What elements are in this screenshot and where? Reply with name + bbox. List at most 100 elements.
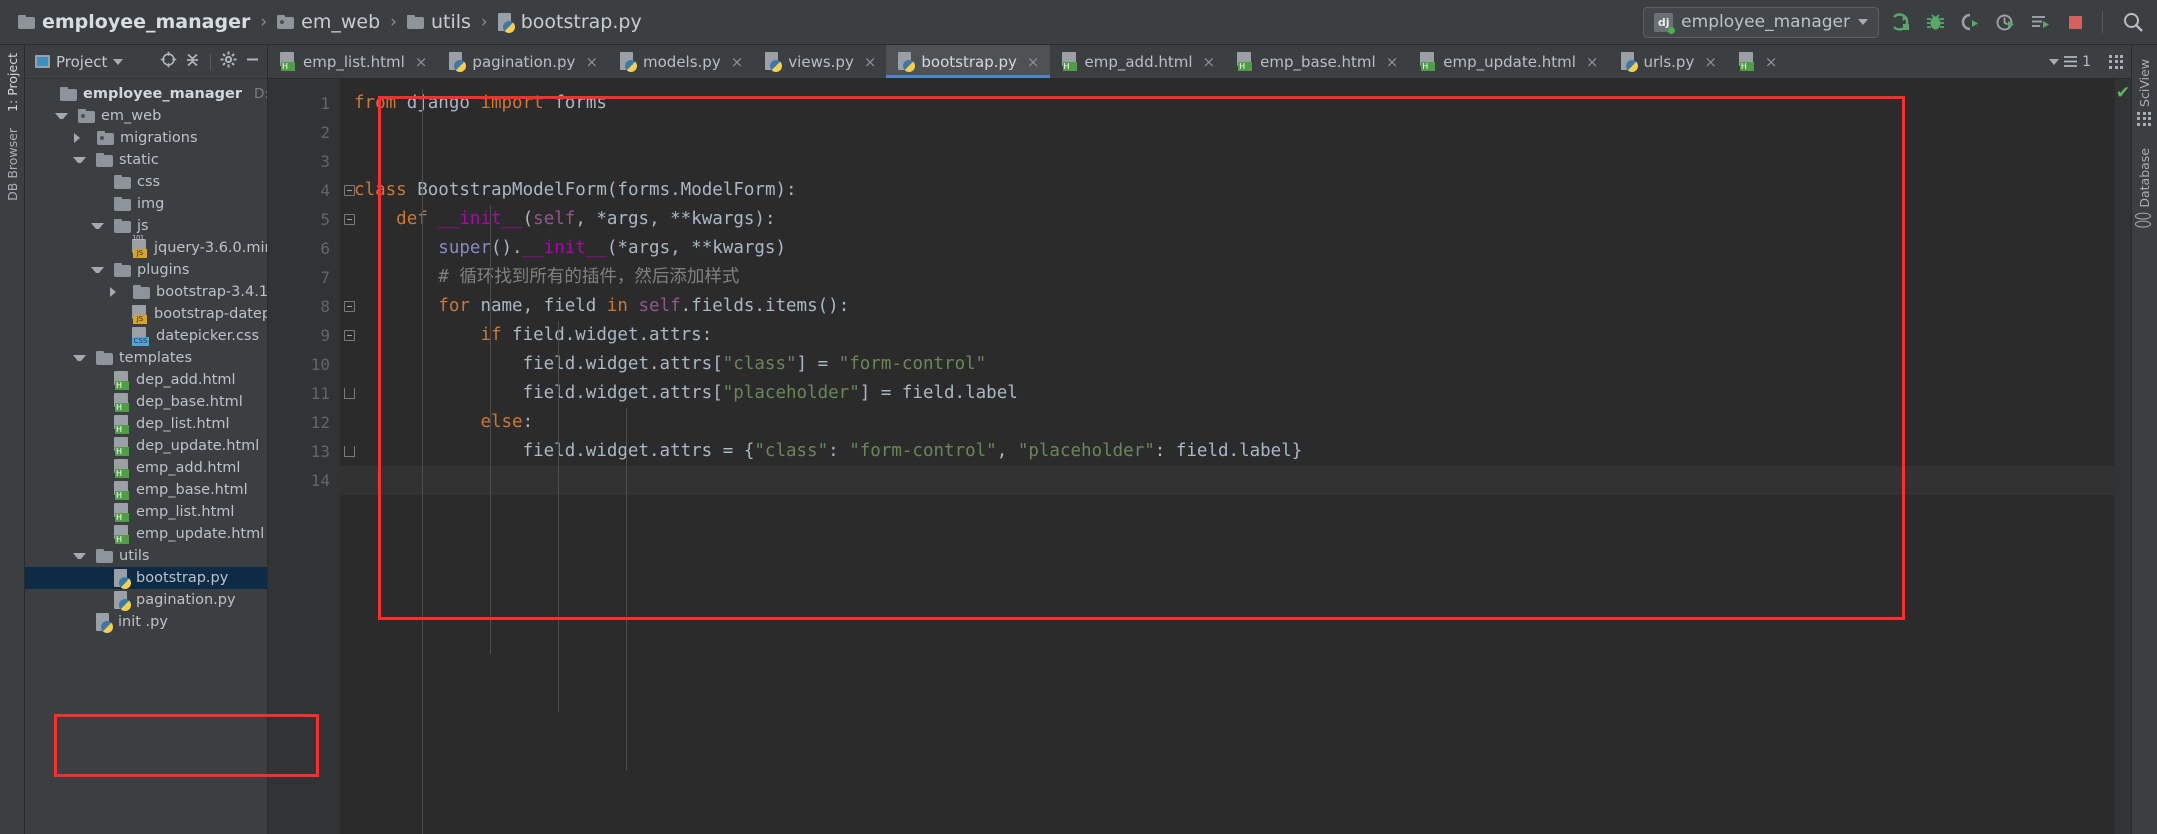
gutter-line-number[interactable]: 7 bbox=[268, 263, 340, 292]
code-line[interactable]: field.widget.attrs["placeholder"] = fiel… bbox=[340, 379, 2115, 408]
tree-item-employee-manager[interactable]: employee_manager D:\Python_Proj bbox=[25, 83, 267, 105]
chevron-down-icon[interactable] bbox=[73, 157, 86, 163]
close-icon[interactable]: × bbox=[585, 53, 598, 71]
code-line[interactable]: for name, field in self.fields.items(): bbox=[340, 292, 2115, 321]
code-line[interactable] bbox=[340, 466, 2115, 495]
run-anything-button[interactable] bbox=[2026, 8, 2054, 36]
editor-marker-strip[interactable]: ✔ bbox=[2115, 79, 2131, 834]
chevron-down-icon[interactable] bbox=[73, 553, 86, 559]
close-icon[interactable]: × bbox=[1586, 53, 1599, 71]
code-line[interactable]: field.widget.attrs = {"class": "form-con… bbox=[340, 437, 2115, 466]
tree-item-img[interactable]: img bbox=[25, 193, 267, 215]
tool-window-database[interactable]: Database bbox=[2137, 148, 2152, 228]
tree-item-dep-add-html[interactable]: Hdep_add.html bbox=[25, 369, 267, 391]
gutter-line-number[interactable]: 14 bbox=[268, 466, 340, 495]
tree-item-static[interactable]: static bbox=[25, 149, 267, 171]
breadcrumb-item-bootstrap-py[interactable]: bootstrap.py bbox=[497, 11, 642, 33]
code-line[interactable]: class BootstrapModelForm(forms.ModelForm… bbox=[340, 176, 2115, 205]
gutter-line-number[interactable]: 10 bbox=[268, 350, 340, 379]
locate-icon[interactable] bbox=[160, 51, 177, 72]
breadcrumb-item-em-web[interactable]: em_web bbox=[277, 11, 380, 33]
collapse-all-icon[interactable] bbox=[184, 51, 201, 72]
tree-item-bootstrap-3-4-1-dist[interactable]: bootstrap-3.4.1-dist bbox=[25, 281, 267, 303]
gutter-line-number[interactable]: 4 bbox=[268, 176, 355, 205]
code-editor[interactable]: 1 2 3 4 5 6 7 8 9 10 11 12 13 14 from django import f… bbox=[268, 79, 2131, 834]
tree-item-migrations[interactable]: migrations bbox=[25, 127, 267, 149]
gutter-line-number[interactable]: 12 bbox=[268, 408, 340, 437]
close-icon[interactable]: × bbox=[415, 53, 428, 71]
tool-window-sciview[interactable]: SciView bbox=[2137, 59, 2152, 126]
tree-item-pagination-py[interactable]: pagination.py bbox=[25, 589, 267, 611]
breadcrumb-item-employee-manager[interactable]: employee_manager bbox=[18, 11, 250, 33]
tool-window-project[interactable]: 1: Project bbox=[5, 53, 20, 112]
editor-tab-urls-py[interactable]: urls.py × bbox=[1609, 45, 1727, 78]
tree-item-emp-base-html[interactable]: Hemp_base.html bbox=[25, 479, 267, 501]
editor-tab-emp-update-html[interactable]: Hemp_update.html × bbox=[1408, 45, 1608, 78]
chevron-right-icon[interactable] bbox=[110, 287, 123, 297]
code-line[interactable]: else: bbox=[340, 408, 2115, 437]
code-content[interactable]: from django import forms class Bootstrap… bbox=[340, 79, 2115, 834]
tree-item-datepicker-css[interactable]: CSS datepicker.css bbox=[25, 325, 267, 347]
close-icon[interactable]: × bbox=[1386, 53, 1399, 71]
editor-tab-truncated[interactable]: H × bbox=[1727, 45, 1788, 78]
run-with-coverage-button[interactable] bbox=[1956, 8, 1984, 36]
inspection-ok-icon[interactable]: ✔ bbox=[2116, 85, 2130, 102]
close-icon[interactable]: × bbox=[1704, 53, 1717, 71]
tree-item-bootstrap-datepicker-js[interactable]: JS bootstrap-datepicker.js bbox=[25, 303, 267, 325]
tree-item-dep-base-html[interactable]: Hdep_base.html bbox=[25, 391, 267, 413]
chevron-down-icon[interactable] bbox=[2049, 58, 2060, 65]
run-configuration-selector[interactable]: dj employee_manager bbox=[1643, 6, 1879, 38]
run-button[interactable] bbox=[1886, 8, 1914, 36]
editor-tab-bootstrap-py[interactable]: bootstrap.py × bbox=[886, 45, 1050, 78]
editor-tab-emp-add-html[interactable]: Hemp_add.html × bbox=[1050, 45, 1226, 78]
settings-gear-icon[interactable] bbox=[220, 51, 237, 72]
tree-item-emp-update-html[interactable]: Hemp_update.html bbox=[25, 523, 267, 545]
code-line[interactable]: field.widget.attrs["class"] = "form-cont… bbox=[340, 350, 2115, 379]
gutter-line-number[interactable]: 9 bbox=[268, 321, 355, 350]
gutter-line-number[interactable]: 1 bbox=[268, 89, 340, 118]
chevron-right-icon[interactable] bbox=[74, 133, 87, 143]
code-line[interactable]: if field.widget.attrs: bbox=[340, 321, 2115, 350]
close-icon[interactable]: × bbox=[1203, 53, 1216, 71]
debug-button[interactable] bbox=[1921, 8, 1949, 36]
editor-tab-emp-list-html[interactable]: Hemp_list.html × bbox=[268, 45, 437, 78]
project-tree[interactable]: employee_manager D:\Python_Proj em_webmigr… bbox=[25, 79, 267, 834]
chevron-down-icon[interactable] bbox=[1858, 19, 1868, 25]
tree-item-plugins[interactable]: plugins bbox=[25, 259, 267, 281]
tree-item-emp-list-html[interactable]: Hemp_list.html bbox=[25, 501, 267, 523]
close-icon[interactable]: × bbox=[1027, 53, 1040, 71]
editor-tab-overflow[interactable]: 1 bbox=[2041, 45, 2131, 78]
chevron-down-icon[interactable] bbox=[73, 355, 86, 361]
gutter-line-number[interactable]: 5 bbox=[268, 205, 355, 234]
code-line[interactable]: from django import forms bbox=[340, 89, 2115, 118]
editor-tab-models-py[interactable]: models.py × bbox=[608, 45, 753, 78]
profile-button[interactable] bbox=[1991, 8, 2019, 36]
close-icon[interactable]: × bbox=[731, 53, 744, 71]
code-line[interactable] bbox=[340, 147, 2115, 176]
search-everywhere-button[interactable] bbox=[2119, 8, 2147, 36]
tree-item-dep-list-html[interactable]: Hdep_list.html bbox=[25, 413, 267, 435]
tree-item-jquery-3-6-0-min-js[interactable]: JS101 jquery-3.6.0.min.js bbox=[25, 234, 267, 259]
editor-tab-views-py[interactable]: views.py × bbox=[753, 45, 886, 78]
gutter-line-number[interactable]: 3 bbox=[268, 147, 340, 176]
chevron-down-icon[interactable] bbox=[91, 223, 104, 229]
editor-tab-pagination-py[interactable]: pagination.py × bbox=[437, 45, 608, 78]
editor-tab-emp-base-html[interactable]: Hemp_base.html × bbox=[1225, 45, 1408, 78]
code-line[interactable]: def __init__(self, *args, **kwargs): bbox=[340, 205, 2115, 234]
gutter-line-number[interactable]: 8 bbox=[268, 292, 355, 321]
minimize-icon[interactable] bbox=[244, 51, 261, 72]
tree-item-init-py[interactable]: init .py bbox=[25, 611, 267, 633]
tree-item-bootstrap-py[interactable]: bootstrap.py bbox=[25, 567, 267, 589]
close-icon[interactable]: × bbox=[864, 53, 877, 71]
chevron-down-icon[interactable] bbox=[55, 113, 68, 119]
code-line[interactable] bbox=[340, 118, 2115, 147]
code-line[interactable]: super().__init__(*args, **kwargs) bbox=[340, 234, 2115, 263]
gutter-line-number[interactable]: 6 bbox=[268, 234, 340, 263]
tree-item-css[interactable]: css bbox=[25, 171, 267, 193]
tree-item-utils[interactable]: utils bbox=[25, 545, 267, 567]
gutter-line-number[interactable]: 2 bbox=[268, 118, 340, 147]
tool-window-db-browser[interactable]: DB Browser bbox=[5, 128, 20, 201]
stop-button[interactable] bbox=[2061, 8, 2089, 36]
project-view-chevron-down-icon[interactable] bbox=[113, 58, 124, 65]
tree-item-dep-update-html[interactable]: Hdep_update.html bbox=[25, 435, 267, 457]
